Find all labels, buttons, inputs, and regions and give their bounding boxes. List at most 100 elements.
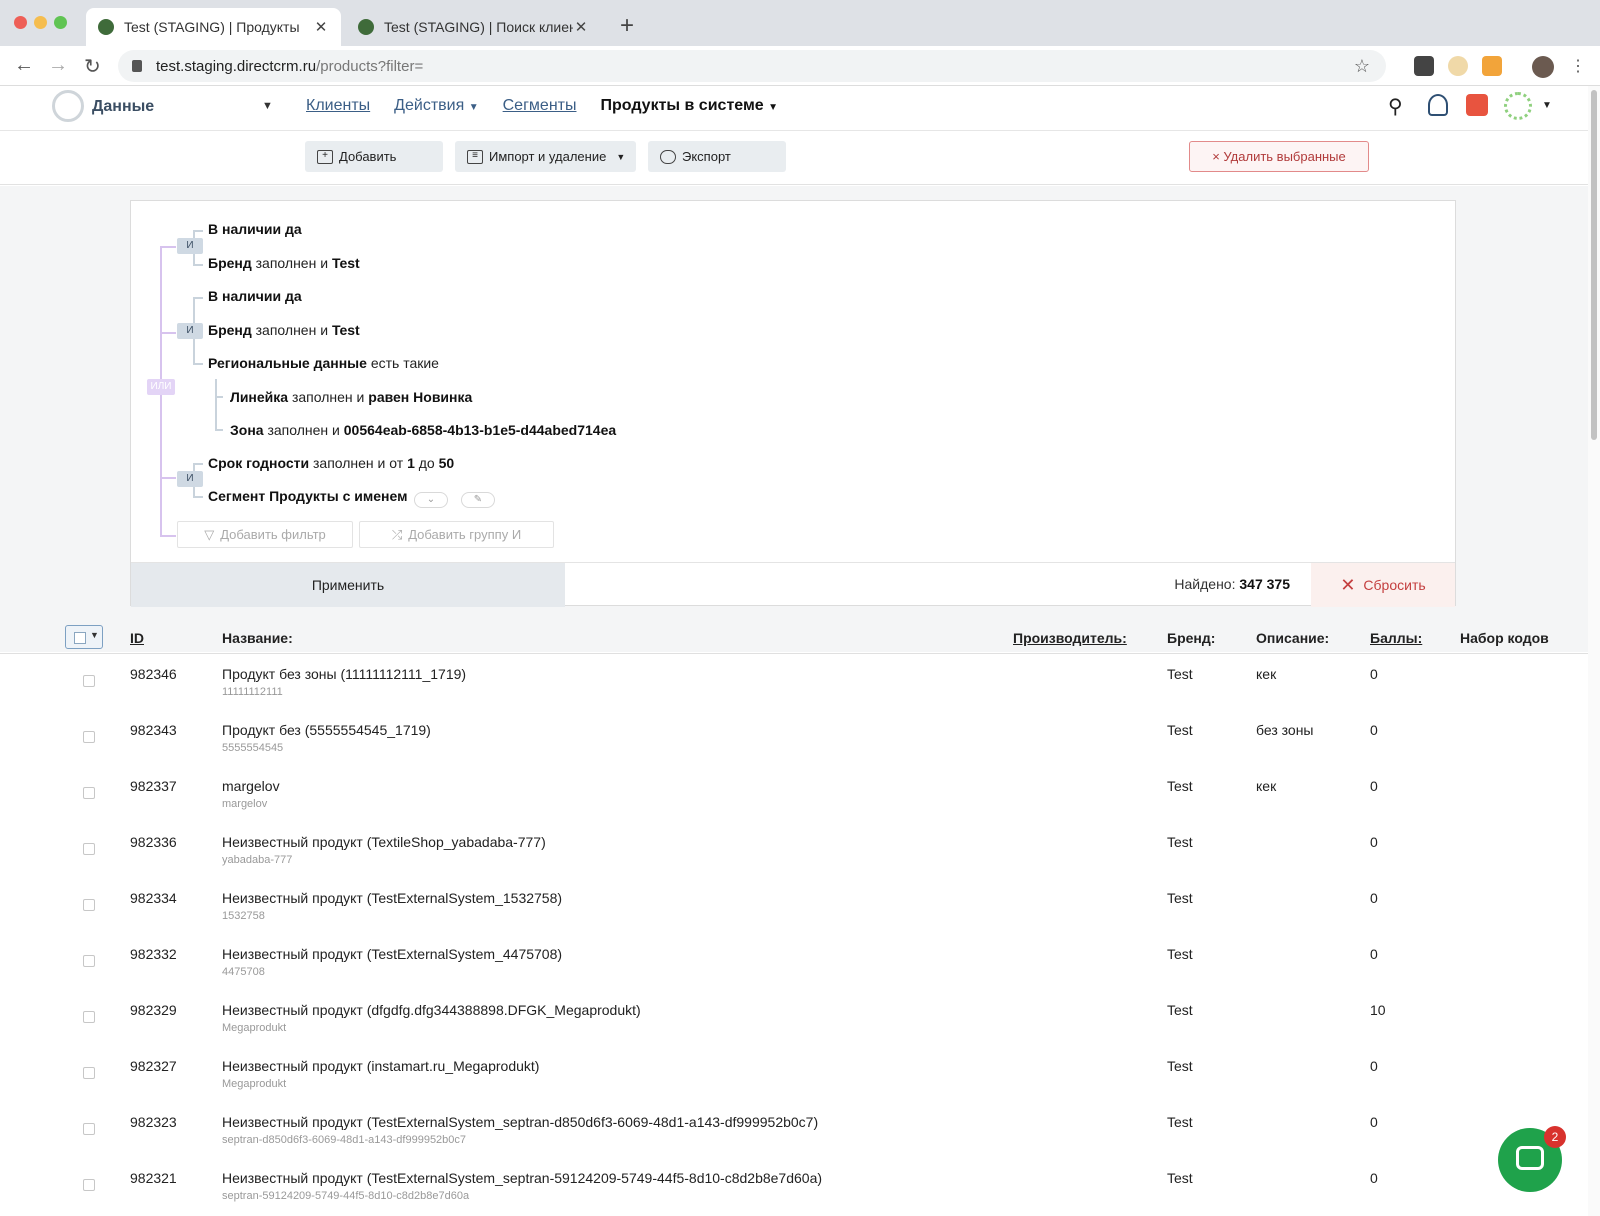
found-count: Найдено: 347 375	[1174, 576, 1290, 592]
row-checkbox[interactable]	[83, 787, 95, 799]
filter-operator: заполнен и	[267, 422, 340, 438]
filter-condition[interactable]: Срок годности заполнен и от 1 до 50	[208, 455, 454, 471]
row-checkbox[interactable]	[83, 1067, 95, 1079]
close-tab-icon[interactable]: ✕	[573, 18, 589, 36]
maximize-window-icon[interactable]	[54, 16, 67, 29]
filter-condition[interactable]: Региональные данные есть такие	[208, 355, 439, 371]
and-operator-tag[interactable]: И	[177, 471, 203, 487]
export-button[interactable]: Экспорт	[648, 141, 786, 172]
url-field[interactable]: test.staging.directcrm.ru/products?filte…	[118, 50, 1386, 82]
add-filter-button[interactable]: ▽ Добавить фильтр	[177, 521, 353, 548]
filter-field: В наличии	[208, 221, 282, 237]
row-checkbox[interactable]	[83, 899, 95, 911]
close-window-icon[interactable]	[14, 16, 27, 29]
filter-condition[interactable]: Бренд заполнен и Test	[208, 255, 360, 271]
row-name[interactable]: Неизвестный продукт (TestExternalSystem_…	[222, 890, 562, 906]
site-favicon-icon	[358, 19, 374, 35]
profile-avatar[interactable]	[1532, 56, 1554, 78]
lightning-icon[interactable]	[1466, 94, 1488, 116]
or-group-line	[160, 246, 176, 248]
add-button[interactable]: + Добавить	[305, 141, 443, 172]
filter-value: 1	[407, 455, 415, 471]
filter-condition[interactable]: В наличии да	[208, 288, 302, 304]
row-checkbox[interactable]	[83, 1179, 95, 1191]
row-checkbox[interactable]	[83, 843, 95, 855]
filter-condition[interactable]: Зона заполнен и 00564eab-6858-4b13-b1e5-…	[230, 422, 616, 438]
row-score: 0	[1370, 1058, 1378, 1074]
user-support-icon[interactable]	[1428, 94, 1448, 116]
expand-icon[interactable]: ⌄	[414, 492, 448, 508]
extension-icon[interactable]	[1448, 56, 1468, 76]
forward-icon[interactable]: →	[48, 54, 68, 77]
reload-icon[interactable]: ↻	[84, 54, 101, 79]
or-operator-tag[interactable]: ИЛИ	[147, 379, 175, 395]
select-all-checkbox[interactable]: ▼	[65, 625, 103, 649]
row-score: 0	[1370, 834, 1378, 850]
project-icon[interactable]	[1504, 92, 1532, 120]
row-id: 982337	[130, 778, 177, 794]
reset-button[interactable]: ✕ Сбросить	[1311, 563, 1455, 607]
browser-tab-products[interactable]: Test (STAGING) | Продукты ✕	[86, 8, 341, 46]
nav-segments[interactable]: Сегменты	[503, 97, 577, 115]
row-name[interactable]: Неизвестный продукт (dfgdfg.dfg344388898…	[222, 1002, 641, 1018]
back-icon[interactable]: ←	[14, 54, 34, 77]
row-external-id: Megaprodukt	[222, 1022, 287, 1034]
nav-actions[interactable]: Действия ▼	[394, 97, 478, 115]
bookmark-star-icon[interactable]: ☆	[1354, 56, 1370, 77]
row-score: 0	[1370, 1114, 1378, 1130]
table-row: 982327 Неизвестный продукт (instamart.ru…	[0, 1047, 1588, 1103]
search-icon[interactable]: ⚲	[1388, 94, 1412, 118]
filter-condition[interactable]: В наличии да	[208, 221, 302, 237]
add-and-group-button[interactable]: ⤮ Добавить группу И	[359, 521, 554, 548]
extension-icon[interactable]	[1482, 56, 1502, 76]
chevron-down-icon[interactable]: ▼	[262, 100, 273, 112]
add-button-label: Добавить	[339, 149, 397, 164]
delete-selected-button[interactable]: × Удалить выбранные	[1189, 141, 1369, 172]
section-selector[interactable]: Данные	[92, 98, 154, 116]
extension-icon[interactable]	[1414, 56, 1434, 76]
filter-condition[interactable]: Бренд заполнен и Test	[208, 322, 360, 338]
row-checkbox[interactable]	[83, 955, 95, 967]
or-group-line	[160, 332, 176, 334]
and-operator-tag[interactable]: И	[177, 238, 203, 254]
row-name[interactable]: Неизвестный продукт (TestExternalSystem_…	[222, 1114, 818, 1130]
row-checkbox[interactable]	[83, 1123, 95, 1135]
filter-value: равен Новинка	[368, 389, 473, 405]
nav-clients[interactable]: Клиенты	[306, 97, 370, 115]
row-checkbox[interactable]	[83, 731, 95, 743]
column-score[interactable]: Баллы:	[1370, 630, 1422, 646]
filter-condition[interactable]: Линейка заполнен и равен Новинка	[230, 389, 472, 405]
chevron-down-icon[interactable]: ▼	[1542, 100, 1566, 124]
new-tab-icon[interactable]: +	[620, 12, 634, 40]
browser-menu-icon[interactable]: ⋮	[1570, 56, 1586, 76]
close-tab-icon[interactable]: ✕	[313, 18, 329, 36]
row-name[interactable]: Неизвестный продукт (instamart.ru_Megapr…	[222, 1058, 539, 1074]
row-brand: Test	[1167, 1058, 1193, 1074]
chat-widget-button[interactable]: 2	[1498, 1126, 1566, 1192]
filter-value: да	[284, 221, 302, 237]
table-row: 982332 Неизвестный продукт (TestExternal…	[0, 935, 1588, 991]
edit-icon[interactable]: ✎	[461, 492, 495, 508]
column-id[interactable]: ID	[130, 630, 144, 646]
scrollbar-thumb[interactable]	[1591, 90, 1597, 440]
row-id: 982336	[130, 834, 177, 850]
and-operator-tag[interactable]: И	[177, 323, 203, 339]
row-brand: Test	[1167, 834, 1193, 850]
minimize-window-icon[interactable]	[34, 16, 47, 29]
row-name[interactable]: margelov	[222, 778, 280, 794]
import-delete-button[interactable]: ≡ Импорт и удаление ▼	[455, 141, 636, 172]
row-name[interactable]: Продукт без зоны (11111112111_1719)	[222, 666, 466, 682]
apply-button[interactable]: Применить	[131, 563, 565, 607]
column-manufacturer[interactable]: Производитель:	[1013, 630, 1127, 646]
browser-tab-search[interactable]: Test (STAGING) | Поиск клиен ✕	[346, 8, 601, 46]
row-name[interactable]: Продукт без (5555554545_1719)	[222, 722, 431, 738]
row-name[interactable]: Неизвестный продукт (TestExternalSystem_…	[222, 1170, 822, 1186]
nav-products[interactable]: Продукты в системе ▼	[600, 97, 778, 115]
row-name[interactable]: Неизвестный продукт (TestExternalSystem_…	[222, 946, 562, 962]
filter-condition[interactable]: Сегмент Продукты с именем	[208, 488, 407, 504]
row-checkbox[interactable]	[83, 675, 95, 687]
row-external-id: 1532758	[222, 910, 265, 922]
page-scrollbar[interactable]	[1588, 86, 1600, 1216]
row-checkbox[interactable]	[83, 1011, 95, 1023]
row-name[interactable]: Неизвестный продукт (TextileShop_yabadab…	[222, 834, 546, 850]
